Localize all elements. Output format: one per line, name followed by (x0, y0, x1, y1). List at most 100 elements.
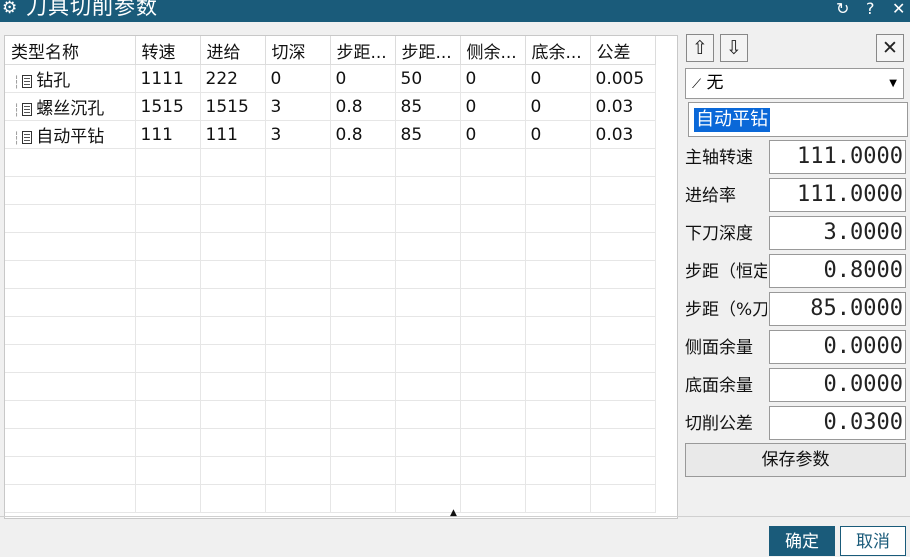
param-input[interactable]: 85.0000 (769, 292, 906, 326)
empty-cell (460, 484, 526, 513)
empty-row (5, 400, 656, 429)
empty-cell (135, 204, 201, 233)
param-input[interactable]: 0.0000 (769, 330, 906, 364)
empty-cell (460, 148, 526, 177)
empty-cell (525, 176, 591, 205)
table-cell: 0 (525, 92, 591, 121)
tool-select[interactable]: ⟋ 无 ▼ (685, 68, 904, 99)
empty-cell (460, 260, 526, 289)
column-header[interactable]: 切深 (265, 36, 331, 65)
column-header[interactable]: 底余... (525, 36, 591, 65)
empty-cell (135, 456, 201, 485)
close-icon[interactable]: ✕ (892, 0, 905, 20)
param-input[interactable]: 0.8000 (769, 254, 906, 288)
column-header[interactable]: 步距... (330, 36, 396, 65)
empty-cell (590, 344, 656, 373)
empty-row (5, 456, 656, 485)
row-name: 自动平钻 (36, 127, 105, 147)
column-header[interactable]: 侧余... (460, 36, 526, 65)
params-table[interactable]: 类型名称 转速 进给 切深 步距... 步距... 侧余... 底余... 公差 ┆ 钻孔 1111… (4, 35, 678, 519)
empty-cell (5, 260, 136, 289)
empty-cell (525, 204, 591, 233)
table-row[interactable]: ┆ 钻孔 1111 222 0 0 50 0 0 0.005 (5, 64, 656, 93)
column-header[interactable]: 进给 (200, 36, 266, 65)
empty-cell (5, 344, 136, 373)
empty-cell (590, 484, 656, 513)
cancel-button[interactable]: 取消 (840, 526, 906, 556)
table-cell: 0.03 (590, 92, 656, 121)
empty-cell (395, 316, 461, 345)
table-cell: 85 (395, 120, 461, 149)
move-down-button[interactable]: ⇩ (720, 34, 748, 62)
empty-cell (590, 372, 656, 401)
empty-cell (460, 204, 526, 233)
empty-cell (5, 288, 136, 317)
empty-row (5, 232, 656, 261)
param-input[interactable]: 111.0000 (769, 178, 906, 212)
empty-cell (200, 316, 266, 345)
empty-cell (330, 260, 396, 289)
table-cell: 1111 (135, 64, 201, 93)
empty-cell (135, 316, 201, 345)
empty-cell (330, 316, 396, 345)
table-cell: 0.005 (590, 64, 656, 93)
ok-button[interactable]: 确定 (769, 526, 835, 556)
empty-cell (200, 204, 266, 233)
delete-button[interactable]: ✕ (876, 34, 904, 62)
document-icon (22, 131, 33, 144)
table-cell: 0 (460, 64, 526, 93)
param-input[interactable]: 0.0300 (769, 406, 906, 440)
table-cell: 111 (135, 120, 201, 149)
empty-cell (525, 428, 591, 457)
empty-row (5, 344, 656, 373)
column-header[interactable]: 转速 (135, 36, 201, 65)
empty-cell (330, 372, 396, 401)
empty-cell (395, 344, 461, 373)
empty-cell (5, 428, 136, 457)
empty-cell (5, 400, 136, 429)
empty-row (5, 204, 656, 233)
move-up-button[interactable]: ⇧ (686, 34, 714, 62)
empty-cell (590, 204, 656, 233)
param-label: 底面余量 (685, 376, 753, 396)
empty-cell (135, 148, 201, 177)
empty-cell (200, 456, 266, 485)
param-label: 侧面余量 (685, 338, 753, 358)
param-input[interactable]: 111.0000 (769, 140, 906, 174)
empty-cell (525, 484, 591, 513)
empty-cell (5, 204, 136, 233)
table-cell: 0 (265, 64, 331, 93)
empty-cell (525, 344, 591, 373)
param-label: 进给率 (685, 186, 736, 206)
empty-cell (395, 232, 461, 261)
empty-row (5, 176, 656, 205)
tool-icon: ⟋ (692, 77, 702, 92)
empty-cell (5, 456, 136, 485)
name-input[interactable]: 自动平钻 (688, 102, 908, 137)
reset-icon[interactable]: ↻ (836, 0, 849, 20)
document-icon (22, 103, 33, 116)
empty-cell (525, 260, 591, 289)
window-title: 刀具切削参数 (26, 0, 158, 19)
gear-icon[interactable]: ⚙ (2, 0, 17, 19)
empty-cell (135, 372, 201, 401)
empty-cell (330, 232, 396, 261)
collapse-icon[interactable]: ▲ (450, 508, 457, 518)
param-label: 步距（恒定） (685, 262, 767, 282)
column-header[interactable]: 公差 (590, 36, 656, 65)
table-cell: 222 (200, 64, 266, 93)
name-input-value: 自动平钻 (694, 108, 770, 132)
save-params-button[interactable]: 保存参数 (685, 443, 906, 477)
empty-cell (135, 344, 201, 373)
empty-cell (330, 176, 396, 205)
empty-cell (395, 148, 461, 177)
empty-cell (5, 148, 136, 177)
param-input[interactable]: 0.0000 (769, 368, 906, 402)
help-icon[interactable]: ? (866, 0, 875, 20)
table-row[interactable]: ┆ 螺丝沉孔 1515 1515 3 0.8 85 0 0 0.03 (5, 92, 656, 121)
table-row[interactable]: ┆ 自动平钻 111 111 3 0.8 85 0 0 0.03 (5, 120, 656, 149)
param-input[interactable]: 3.0000 (769, 216, 906, 250)
empty-cell (135, 260, 201, 289)
column-header[interactable]: 步距... (395, 36, 461, 65)
column-header[interactable]: 类型名称 (5, 36, 136, 65)
